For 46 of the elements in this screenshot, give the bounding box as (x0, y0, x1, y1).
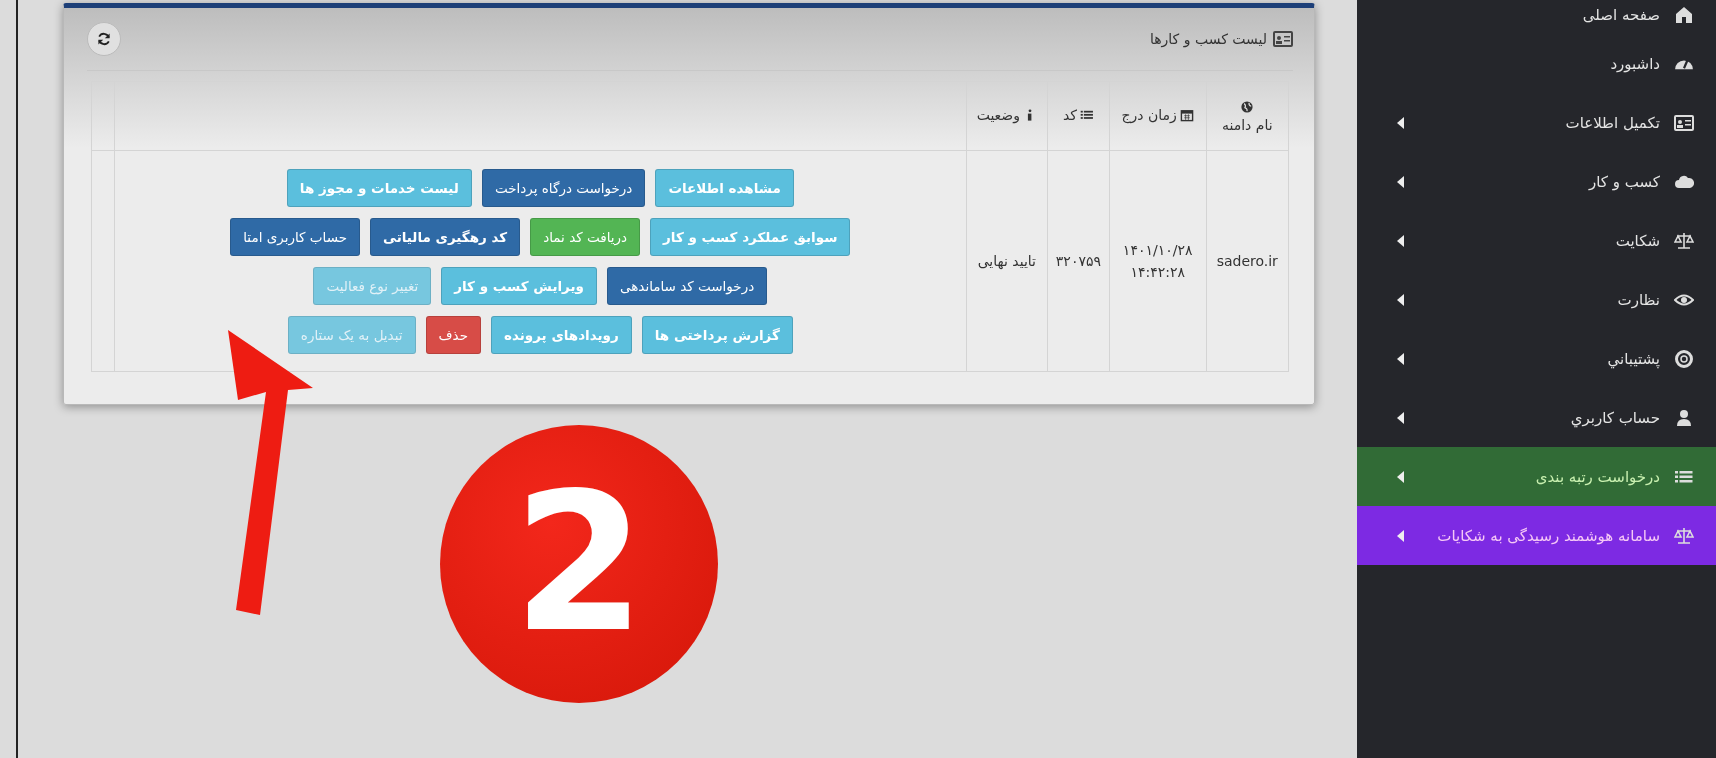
action-button[interactable]: حساب کاربری امتا (230, 217, 361, 256)
sidebar-item[interactable]: داشبورد (1357, 34, 1716, 93)
scale-icon (1674, 525, 1694, 546)
sidebar-item[interactable]: پشتیباني (1357, 329, 1716, 388)
id-card-icon (1273, 29, 1293, 49)
domain-cell: sadero.ir (1216, 253, 1278, 269)
column-header: وضعیت (976, 107, 1020, 123)
action-button[interactable]: حذف (425, 315, 481, 354)
caret-icon (1397, 116, 1405, 129)
action-button[interactable]: کد رهگیری مالیاتی (370, 217, 521, 256)
list-icon (1079, 108, 1094, 122)
sidebar-item[interactable]: صفحه اصلی (1357, 0, 1716, 30)
action-button[interactable]: درخواست کد ساماندهی (606, 266, 768, 305)
status-cell: تایید نهایی (977, 253, 1036, 269)
refresh-button[interactable] (87, 22, 121, 56)
action-button[interactable]: درخواست درگاه پرداخت (481, 168, 646, 207)
caret-icon (1397, 529, 1405, 542)
sidebar-item[interactable]: تکمیل اطلاعات (1357, 93, 1716, 152)
sidebar-item[interactable]: کسب و کار (1357, 152, 1716, 211)
sidebar-item[interactable]: سامانه هوشمند رسیدگی به شکایات (1357, 506, 1716, 565)
calendar-icon (1179, 108, 1194, 122)
date-cell: ۱۴۰۱/۱۰/۲۸ (1122, 242, 1193, 258)
home-icon (1674, 5, 1694, 25)
caret-icon (1397, 411, 1405, 424)
step-number-badge: 2 (440, 425, 718, 703)
column-header: نام دامنه (1221, 116, 1273, 133)
sidebar-item[interactable]: شکایت (1357, 211, 1716, 270)
caret-icon (1397, 234, 1405, 247)
scale-icon (1674, 230, 1694, 251)
sidebar-item[interactable]: نظارت (1357, 270, 1716, 329)
code-cell: ۳۲۰۷۵۹ (1055, 253, 1101, 269)
sidebar-item[interactable]: درخواست رتبه بندی (1357, 447, 1716, 506)
column-header: کد (1062, 107, 1077, 123)
column-header: زمان درج (1121, 107, 1177, 123)
user-icon (1674, 407, 1694, 428)
panel-title: لیست کسب و کارها (1149, 31, 1267, 47)
lifebuoy-icon (1674, 348, 1694, 369)
time-cell: ۱۴:۴۲:۲۸ (1130, 264, 1185, 280)
caret-icon (1397, 470, 1405, 483)
caret-icon (1397, 352, 1405, 365)
refresh-icon (96, 31, 112, 47)
caret-icon (1397, 293, 1405, 306)
id-card-icon (1674, 112, 1694, 133)
caret-icon (1397, 175, 1405, 188)
globe-icon (1240, 99, 1255, 114)
sidebar-item[interactable]: حساب کاربري (1357, 388, 1716, 447)
